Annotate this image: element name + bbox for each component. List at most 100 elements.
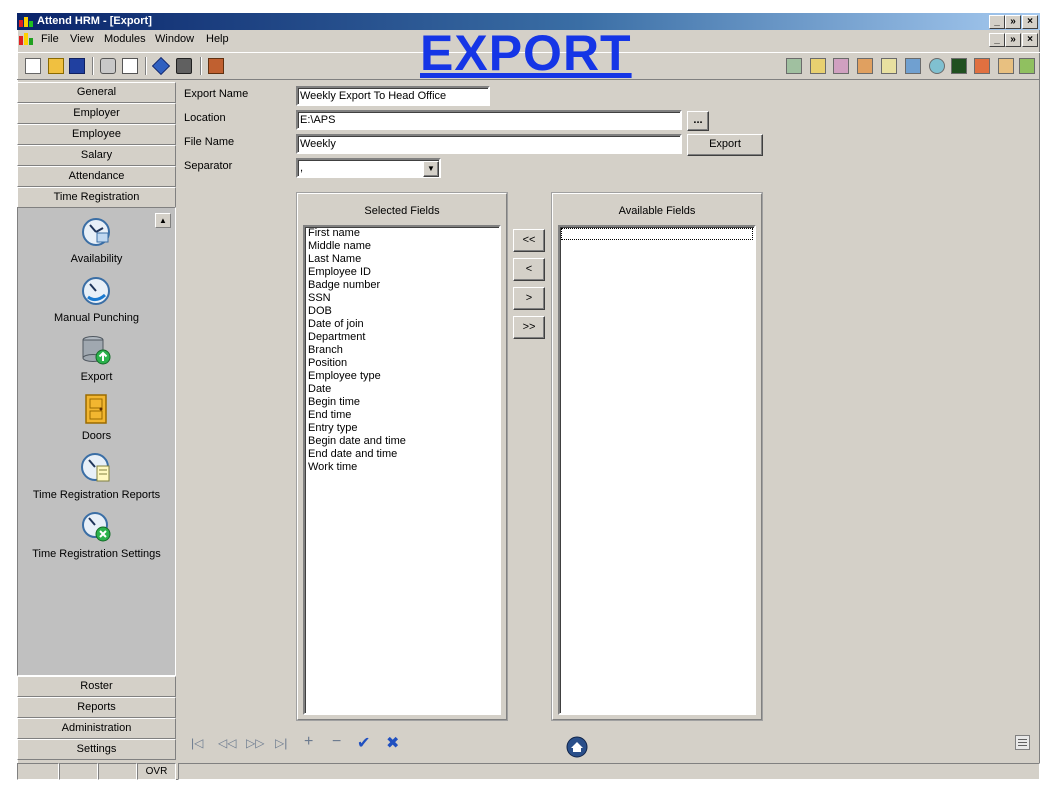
mdi-app-icon[interactable] — [19, 33, 33, 45]
nav-item-availability[interactable]: Availability — [17, 253, 176, 265]
export-button[interactable]: Export — [687, 134, 763, 156]
restore-button[interactable]: » — [1005, 15, 1021, 29]
status-cell — [59, 763, 98, 780]
list-item[interactable]: End time — [305, 409, 499, 422]
nav-item-time-registration-reports[interactable]: Time Registration Reports — [17, 489, 176, 501]
list-item[interactable]: Begin date and time — [305, 435, 499, 448]
nav-time-registration[interactable]: Time Registration — [17, 187, 176, 208]
list-item[interactable]: Middle name — [305, 240, 499, 253]
reports-clock-icon[interactable] — [80, 452, 112, 484]
list-view-icon[interactable] — [1015, 735, 1030, 750]
nav-attendance[interactable]: Attendance — [17, 166, 176, 187]
chevron-down-icon: ▼ — [427, 164, 435, 173]
post-record-button[interactable]: ✔ — [357, 733, 370, 753]
next-page-button[interactable]: ▷▷ — [246, 736, 264, 750]
print-preview-icon[interactable] — [122, 58, 138, 74]
print-icon[interactable] — [100, 58, 116, 74]
mdi-close-button[interactable]: × — [1022, 33, 1038, 47]
list-item[interactable]: Last Name — [305, 253, 499, 266]
first-record-button[interactable]: |◁ — [191, 736, 203, 750]
selected-fields-list[interactable]: First name Middle name Last Name Employee I… — [303, 225, 501, 715]
nav-general[interactable]: General — [17, 82, 176, 103]
mdi-minimize-button[interactable]: _ — [989, 33, 1005, 47]
module-document-icon[interactable] — [881, 58, 897, 74]
nav-settings[interactable]: Settings — [17, 739, 176, 760]
menu-modules[interactable]: Modules — [104, 33, 146, 45]
manual-punching-icon[interactable] — [80, 275, 112, 307]
module-clock-icon[interactable] — [929, 58, 945, 74]
export-name-input[interactable]: Weekly Export To Head Office — [296, 86, 490, 106]
list-item[interactable]: Employee type — [305, 370, 499, 383]
export-name-label: Export Name — [184, 88, 249, 100]
list-item[interactable]: Branch — [305, 344, 499, 357]
separator-dropdown-button[interactable]: ▼ — [423, 161, 439, 177]
last-record-button[interactable]: ▷| — [275, 736, 287, 750]
list-item[interactable]: Employee ID — [305, 266, 499, 279]
nav-employer[interactable]: Employer — [17, 103, 176, 124]
list-item[interactable]: First name — [305, 227, 499, 240]
export-database-icon[interactable] — [80, 334, 112, 366]
minimize-button[interactable]: _ — [989, 15, 1005, 29]
list-item[interactable]: End date and time — [305, 448, 499, 461]
menu-window[interactable]: Window — [155, 33, 194, 45]
nav-administration[interactable]: Administration — [17, 718, 176, 739]
nav-item-doors[interactable]: Doors — [17, 430, 176, 442]
nav-roster[interactable]: Roster — [17, 676, 176, 697]
nav-salary[interactable]: Salary — [17, 145, 176, 166]
list-item[interactable]: Department — [305, 331, 499, 344]
settings-clock-icon[interactable] — [80, 511, 112, 543]
list-focus-rect — [561, 228, 753, 240]
module-transfer-icon[interactable] — [905, 58, 921, 74]
location-input[interactable]: E:\APS — [296, 110, 682, 130]
nav-reports[interactable]: Reports — [17, 697, 176, 718]
door-icon[interactable] — [80, 393, 112, 425]
mdi-restore-button[interactable]: » — [1005, 33, 1021, 47]
menu-view[interactable]: View — [70, 33, 94, 45]
nav-item-manual-punching[interactable]: Manual Punching — [17, 312, 176, 324]
close-button[interactable]: × — [1022, 15, 1038, 29]
browse-location-button[interactable]: ... — [687, 111, 709, 131]
module-employee-icon[interactable] — [786, 58, 802, 74]
home-icon[interactable] — [566, 736, 588, 758]
file-name-input[interactable]: Weekly — [296, 134, 682, 154]
list-item[interactable]: Date — [305, 383, 499, 396]
camera-icon[interactable] — [176, 58, 192, 74]
module-calendar-icon[interactable] — [833, 58, 849, 74]
module-report-icon[interactable] — [974, 58, 990, 74]
module-book-icon[interactable] — [951, 58, 967, 74]
module-shift-icon[interactable] — [857, 58, 873, 74]
move-left-button[interactable]: < — [513, 258, 545, 281]
list-item[interactable]: Work time — [305, 461, 499, 474]
exit-door-icon[interactable] — [208, 58, 224, 74]
list-item[interactable]: SSN — [305, 292, 499, 305]
move-right-button[interactable]: > — [513, 287, 545, 310]
list-item[interactable]: DOB — [305, 305, 499, 318]
nav-employee[interactable]: Employee — [17, 124, 176, 145]
available-fields-list[interactable] — [558, 225, 756, 715]
availability-icon[interactable] — [80, 216, 112, 248]
list-item[interactable]: Date of join — [305, 318, 499, 331]
list-item[interactable]: Begin time — [305, 396, 499, 409]
open-folder-icon[interactable] — [48, 58, 64, 74]
window-title: Attend HRM - [Export] — [37, 15, 152, 27]
module-payroll-icon[interactable] — [810, 58, 826, 74]
panel-scroll-up-button[interactable]: ▲ — [155, 213, 171, 228]
nav-item-time-registration-settings[interactable]: Time Registration Settings — [17, 548, 176, 560]
menu-file[interactable]: File — [41, 33, 59, 45]
list-item[interactable]: Position — [305, 357, 499, 370]
list-item[interactable]: Entry type — [305, 422, 499, 435]
previous-page-button[interactable]: ◁◁ — [218, 736, 236, 750]
nav-item-export[interactable]: Export — [17, 371, 176, 383]
cancel-record-button[interactable]: ✖ — [386, 733, 399, 753]
new-document-icon[interactable] — [25, 58, 41, 74]
save-icon[interactable] — [69, 58, 85, 74]
add-record-button[interactable]: + — [304, 733, 313, 751]
module-settings-icon[interactable] — [1019, 58, 1035, 74]
move-all-left-button[interactable]: << — [513, 229, 545, 252]
separator-select[interactable]: , — [296, 158, 441, 178]
list-item[interactable]: Badge number — [305, 279, 499, 292]
move-all-right-button[interactable]: >> — [513, 316, 545, 339]
delete-record-button[interactable]: − — [332, 733, 341, 751]
module-notes-icon[interactable] — [998, 58, 1014, 74]
menu-help[interactable]: Help — [206, 33, 229, 45]
